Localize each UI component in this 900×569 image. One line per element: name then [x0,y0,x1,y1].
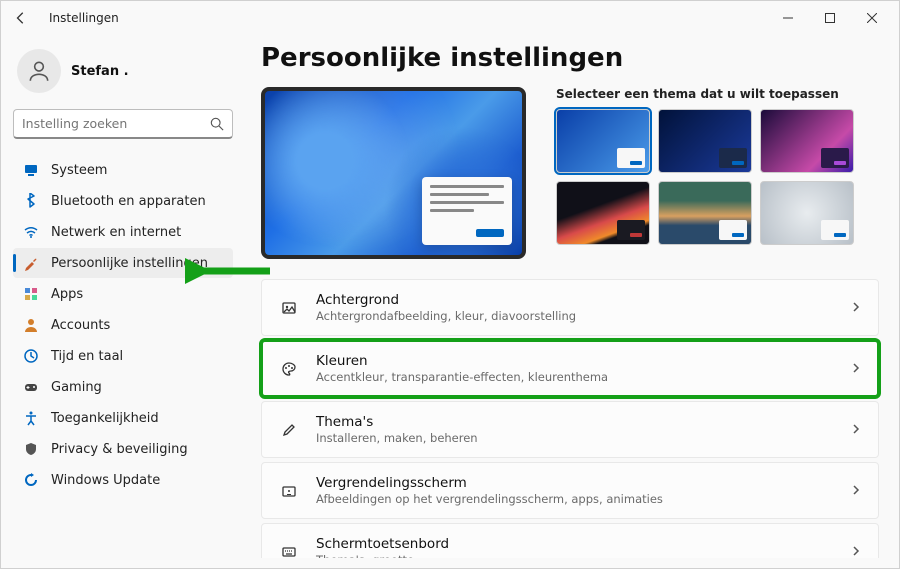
sidebar-item-label: Windows Update [51,473,160,488]
setting-title: Vergrendelingsscherm [316,475,834,491]
sidebar-item-persoonlijke-instellingen[interactable]: Persoonlijke instellingen [13,248,233,278]
sidebar-item-toegankelijkheid[interactable]: Toegankelijkheid [13,403,233,433]
sidebar-item-label: Systeem [51,163,107,178]
setting-title: Schermtoetsenbord [316,536,834,552]
grid-icon [23,286,39,302]
setting-subtitle: Installeren, maken, beheren [316,431,834,445]
search-icon [210,117,224,131]
maximize-button[interactable] [809,3,851,33]
settings-window: Instellingen Stefan . Systeem Bluetooth e… [0,0,900,569]
close-button[interactable] [851,3,893,33]
setting-kleuren[interactable]: Kleuren Accentkleur, transparantie-effec… [261,340,879,397]
close-icon [867,13,877,23]
nav-list: Systeem Bluetooth en apparaten Netwerk en … [13,155,233,495]
avatar [17,49,61,93]
wifi-icon [23,224,39,240]
sidebar-item-accounts[interactable]: Accounts [13,310,233,340]
themes-section: Selecteer een thema dat u wilt toepassen [556,87,879,259]
page-title: Persoonlijke instellingen [261,43,879,73]
setting-subtitle: Thema's, grootte [316,553,834,558]
clock-icon [23,348,39,364]
setting-thema-s[interactable]: Thema's Installeren, maken, beheren [261,401,879,458]
sidebar-item-gaming[interactable]: Gaming [13,372,233,402]
sidebar-item-apps[interactable]: Apps [13,279,233,309]
chevron-right-icon [850,420,862,439]
theme-option-4[interactable] [556,181,650,245]
setting-title: Thema's [316,414,834,430]
back-arrow-icon [14,11,28,25]
sidebar-item-label: Netwerk en internet [51,225,181,240]
theme-option-1[interactable] [556,109,650,173]
maximize-icon [825,13,835,23]
setting-achtergrond[interactable]: Achtergrond Achtergrondafbeelding, kleur… [261,279,879,336]
sidebar-item-label: Persoonlijke instellingen [51,256,208,271]
sidebar-item-label: Toegankelijkheid [51,411,159,426]
setting-title: Kleuren [316,353,834,369]
sidebar-item-label: Tijd en taal [51,349,123,364]
theme-option-5[interactable] [658,181,752,245]
minimize-icon [783,13,793,23]
chevron-right-icon [850,298,862,317]
setting-schermtoetsenbord[interactable]: Schermtoetsenbord Thema's, grootte [261,523,879,558]
theme-option-6[interactable] [760,181,854,245]
brush-icon [23,255,39,271]
pencil-icon [278,419,300,441]
preview-window-mock [422,177,512,245]
sidebar-item-label: Gaming [51,380,102,395]
palette-icon [278,358,300,380]
setting-subtitle: Afbeeldingen op het vergrendelingsscherm… [316,492,834,506]
setting-title: Achtergrond [316,292,834,308]
setting-subtitle: Accentkleur, transparantie-effecten, kle… [316,370,834,384]
setting-vergrendelingsscherm[interactable]: Vergrendelingsscherm Afbeeldingen op het… [261,462,879,519]
theme-option-3[interactable] [760,109,854,173]
sidebar-item-netwerk-en-internet[interactable]: Netwerk en internet [13,217,233,247]
sidebar-item-tijd-en-taal[interactable]: Tijd en taal [13,341,233,371]
titlebar: Instellingen [1,1,899,35]
theme-option-2[interactable] [658,109,752,173]
person-icon [26,58,52,84]
accessibility-icon [23,410,39,426]
sidebar-item-label: Privacy & beveiliging [51,442,188,457]
window-title: Instellingen [49,11,119,25]
settings-list: Achtergrond Achtergrondafbeelding, kleur… [261,279,879,558]
sidebar: Stefan . Systeem Bluetooth en apparaten Ne… [1,35,241,558]
search-box[interactable] [13,109,233,139]
minimize-button[interactable] [767,3,809,33]
monitor-icon [23,162,39,178]
sidebar-item-label: Apps [51,287,83,302]
username: Stefan . [71,64,129,79]
sidebar-item-windows-update[interactable]: Windows Update [13,465,233,495]
main-content: Persoonlijke instellingen Selecteer een … [241,35,899,558]
image-icon [278,297,300,319]
chevron-right-icon [850,359,862,378]
lock-icon [278,480,300,502]
chevron-right-icon [850,542,862,558]
person-icon [23,317,39,333]
desktop-preview [261,87,526,259]
shield-icon [23,441,39,457]
bluetooth-icon [23,193,39,209]
update-icon [23,472,39,488]
preview-row: Selecteer een thema dat u wilt toepassen [261,87,879,259]
sidebar-item-label: Bluetooth en apparaten [51,194,206,209]
search-input[interactable] [22,116,210,131]
keyboard-icon [278,541,300,559]
sidebar-item-privacy-beveiliging[interactable]: Privacy & beveiliging [13,434,233,464]
back-button[interactable] [7,4,35,32]
profile[interactable]: Stefan . [13,43,233,107]
sidebar-item-bluetooth-en-apparaten[interactable]: Bluetooth en apparaten [13,186,233,216]
setting-subtitle: Achtergrondafbeelding, kleur, diavoorste… [316,309,834,323]
sidebar-item-label: Accounts [51,318,110,333]
themes-label: Selecteer een thema dat u wilt toepassen [556,87,879,101]
gamepad-icon [23,379,39,395]
chevron-right-icon [850,481,862,500]
sidebar-item-systeem[interactable]: Systeem [13,155,233,185]
theme-grid [556,109,879,245]
